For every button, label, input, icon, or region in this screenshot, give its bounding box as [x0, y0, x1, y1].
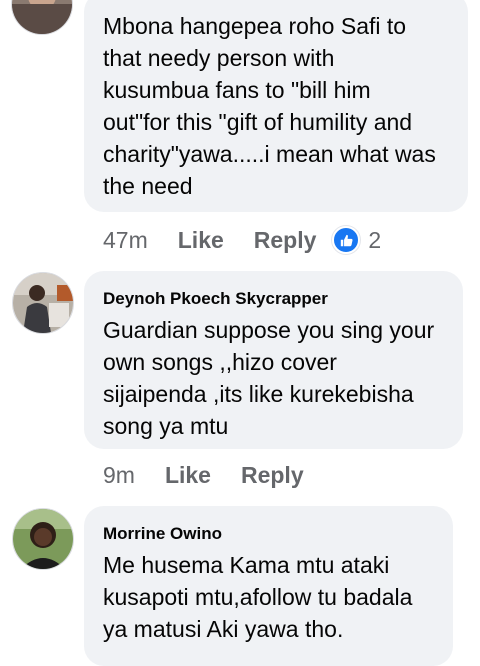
comment-bubble: Mbona hangepea roho Safi to that needy p…: [84, 0, 468, 212]
comment-bubble: Morrine Owino Me husema Kama mtu ataki k…: [84, 506, 453, 666]
avatar[interactable]: [12, 508, 74, 570]
reply-button[interactable]: Reply: [241, 462, 304, 489]
comment-actions: 9m Like Reply: [103, 460, 320, 490]
avatar-photo: [13, 273, 73, 333]
comment-time[interactable]: 47m: [103, 227, 148, 254]
reaction-summary[interactable]: 2: [332, 226, 381, 254]
comment-text: Mbona hangepea roho Safi to that needy p…: [103, 13, 436, 199]
comment-actions: 47m Like Reply 2: [103, 225, 381, 255]
like-button[interactable]: Like: [178, 227, 224, 254]
comment-bubble: Deynoh Pkoech Skycrapper Guardian suppos…: [84, 271, 463, 449]
comment-author[interactable]: Deynoh Pkoech Skycrapper: [103, 288, 445, 310]
comment-time[interactable]: 9m: [103, 462, 135, 489]
comment-text: Guardian suppose you sing your own songs…: [103, 317, 435, 439]
like-icon: [332, 226, 361, 254]
like-button[interactable]: Like: [165, 462, 211, 489]
avatar[interactable]: [11, 0, 73, 35]
reaction-count: 2: [368, 226, 382, 253]
avatar[interactable]: [12, 272, 74, 334]
reply-button[interactable]: Reply: [254, 227, 317, 254]
comment-author[interactable]: Morrine Owino: [103, 523, 435, 545]
comment-text: Me husema Kama mtu ataki kusapoti mtu,af…: [103, 552, 413, 642]
avatar-photo: [12, 0, 72, 34]
avatar-photo: [13, 509, 73, 569]
